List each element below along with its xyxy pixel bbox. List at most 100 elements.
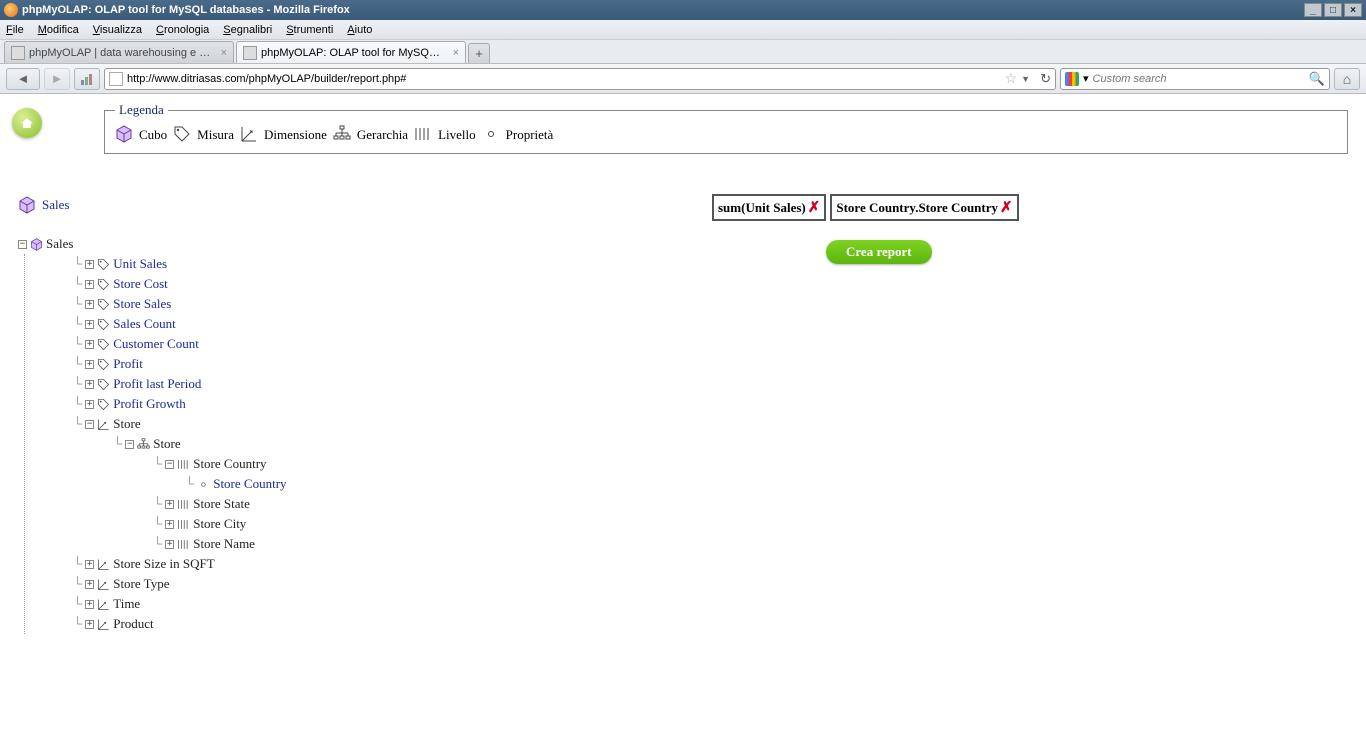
tree-measure[interactable]: └+Profit last Period xyxy=(73,374,287,394)
drop-zones: sum(Unit Sales) ✗ Store Country.Store Co… xyxy=(712,194,1019,221)
search-bar[interactable]: ▾ 🔍 xyxy=(1060,68,1330,90)
collapse-icon[interactable]: − xyxy=(125,440,134,449)
tab-close-icon[interactable]: × xyxy=(221,47,227,59)
expand-icon[interactable]: + xyxy=(165,500,174,509)
tree-property[interactable]: └Store Country xyxy=(185,474,287,494)
expand-icon[interactable]: + xyxy=(85,260,94,269)
expand-icon[interactable]: + xyxy=(85,600,94,609)
expand-icon[interactable]: + xyxy=(165,520,174,529)
tree-dimension[interactable]: └+Store Type xyxy=(73,574,287,594)
drop-cell-measure[interactable]: sum(Unit Sales) ✗ xyxy=(712,194,826,221)
menu-modifica[interactable]: Modifica xyxy=(38,24,79,36)
page-icon xyxy=(109,72,123,86)
tree-dimension[interactable]: └+Time xyxy=(73,594,287,614)
tree-dimension[interactable]: └−Store xyxy=(73,414,287,434)
tree-measure[interactable]: └+Sales Count xyxy=(73,314,287,334)
remove-icon[interactable]: ✗ xyxy=(1000,198,1013,217)
url-bar[interactable]: ☆ ▼ ↻ xyxy=(104,68,1056,90)
tree-link[interactable]: Profit Growth xyxy=(113,394,186,414)
tree-root[interactable]: − Sales xyxy=(18,234,287,254)
tree-level[interactable]: └−Store Country xyxy=(153,454,287,474)
measure-icon xyxy=(97,398,110,411)
drop-cell-dimension[interactable]: Store Country.Store Country ✗ xyxy=(830,194,1018,221)
expand-icon[interactable]: + xyxy=(85,400,94,409)
tree-label: Store City xyxy=(193,514,246,534)
tree-label: Store State xyxy=(193,494,250,514)
collapse-icon[interactable]: − xyxy=(85,420,94,429)
menu-visualizza[interactable]: Visualizza xyxy=(93,24,142,36)
dimension-icon xyxy=(97,418,110,431)
measure-icon xyxy=(97,278,110,291)
tree-measure[interactable]: └+Customer Count xyxy=(73,334,287,354)
expand-icon[interactable]: + xyxy=(85,560,94,569)
nav-back-button[interactable]: ◄ xyxy=(6,68,40,90)
tree-label: Store Name xyxy=(193,534,255,554)
tree-dimension[interactable]: └+Store Size in SQFT xyxy=(73,554,287,574)
measure-icon xyxy=(97,378,110,391)
menu-file[interactable]: File xyxy=(6,24,24,36)
expand-icon[interactable]: + xyxy=(85,360,94,369)
tree-level[interactable]: └+Store Name xyxy=(153,534,287,554)
nav-forward-button[interactable]: ► xyxy=(44,68,70,90)
tree-link[interactable]: Store Country xyxy=(213,474,286,494)
tree-link[interactable]: Store Sales xyxy=(113,294,171,314)
collapse-icon[interactable]: − xyxy=(18,240,27,249)
tree-label: Store Size in SQFT xyxy=(113,554,214,574)
tree-link[interactable]: Unit Sales xyxy=(113,254,167,274)
menu-strumenti[interactable]: Strumenti xyxy=(286,24,333,36)
app-home-button[interactable] xyxy=(12,108,42,138)
tree-measure[interactable]: └+Unit Sales xyxy=(73,254,287,274)
tree-hierarchy[interactable]: └−Store xyxy=(113,434,287,454)
tree-link[interactable]: Customer Count xyxy=(113,334,199,354)
dimension-icon xyxy=(97,618,110,631)
tree-link[interactable]: Profit xyxy=(113,354,143,374)
tree-level[interactable]: └+Store State xyxy=(153,494,287,514)
expand-icon[interactable]: + xyxy=(85,380,94,389)
legend-misura: Misura xyxy=(197,127,234,143)
tab-title: phpMyOLAP: OLAP tool for MySQL datab... xyxy=(261,47,445,59)
collapse-icon[interactable]: − xyxy=(165,460,174,469)
expand-icon[interactable]: + xyxy=(85,340,94,349)
tree-label: Store xyxy=(113,414,140,434)
tree-dimension[interactable]: └+Product xyxy=(73,614,287,634)
window-close-button[interactable]: × xyxy=(1344,3,1362,17)
expand-icon[interactable]: + xyxy=(85,320,94,329)
reload-icon[interactable]: ↻ xyxy=(1040,71,1051,87)
tab-1[interactable]: phpMyOLAP: OLAP tool for MySQL datab... … xyxy=(236,41,466,63)
window-minimize-button[interactable]: _ xyxy=(1304,3,1322,17)
create-report-button[interactable]: Crea report xyxy=(826,240,932,264)
tree-measure[interactable]: └+Store Sales xyxy=(73,294,287,314)
window-maximize-button[interactable]: □ xyxy=(1324,3,1342,17)
tree-level[interactable]: └+Store City xyxy=(153,514,287,534)
menu-segnalibri[interactable]: Segnalibri xyxy=(223,24,272,36)
tab-favicon xyxy=(11,46,25,60)
nav-history-button[interactable] xyxy=(74,68,100,90)
expand-icon[interactable]: + xyxy=(165,540,174,549)
expand-icon[interactable]: + xyxy=(85,580,94,589)
window-titlebar: phpMyOLAP: OLAP tool for MySQL databases… xyxy=(0,0,1366,20)
tree-link[interactable]: Sales Count xyxy=(113,314,175,334)
search-input[interactable] xyxy=(1093,73,1305,85)
menu-aiuto[interactable]: Aiuto xyxy=(347,24,372,36)
url-dropdown-icon[interactable]: ▼ xyxy=(1021,74,1030,84)
tab-close-icon[interactable]: × xyxy=(453,47,459,59)
tree-measure[interactable]: └+Store Cost xyxy=(73,274,287,294)
search-engine-dropdown-icon[interactable]: ▾ xyxy=(1083,72,1089,85)
nav-home-button[interactable]: ⌂ xyxy=(1334,68,1360,90)
search-icon[interactable]: 🔍 xyxy=(1309,71,1325,87)
expand-icon[interactable]: + xyxy=(85,300,94,309)
url-input[interactable] xyxy=(127,73,1001,85)
tree-measure[interactable]: └+Profit xyxy=(73,354,287,374)
remove-icon[interactable]: ✗ xyxy=(808,198,821,217)
tree-link[interactable]: Store Cost xyxy=(113,274,168,294)
tree-link[interactable]: Profit last Period xyxy=(113,374,201,394)
expand-icon[interactable]: + xyxy=(85,280,94,289)
expand-icon[interactable]: + xyxy=(85,620,94,629)
tab-0[interactable]: phpMyOLAP | data warehousing e analisi .… xyxy=(4,41,234,63)
cube-name-link[interactable]: Sales xyxy=(42,197,69,213)
menu-cronologia[interactable]: Cronologia xyxy=(156,24,209,36)
legend-cubo: Cubo xyxy=(139,127,167,143)
tree-measure[interactable]: └+Profit Growth xyxy=(73,394,287,414)
bookmark-star-icon[interactable]: ☆ xyxy=(1005,70,1018,87)
new-tab-button[interactable]: + xyxy=(468,43,490,63)
